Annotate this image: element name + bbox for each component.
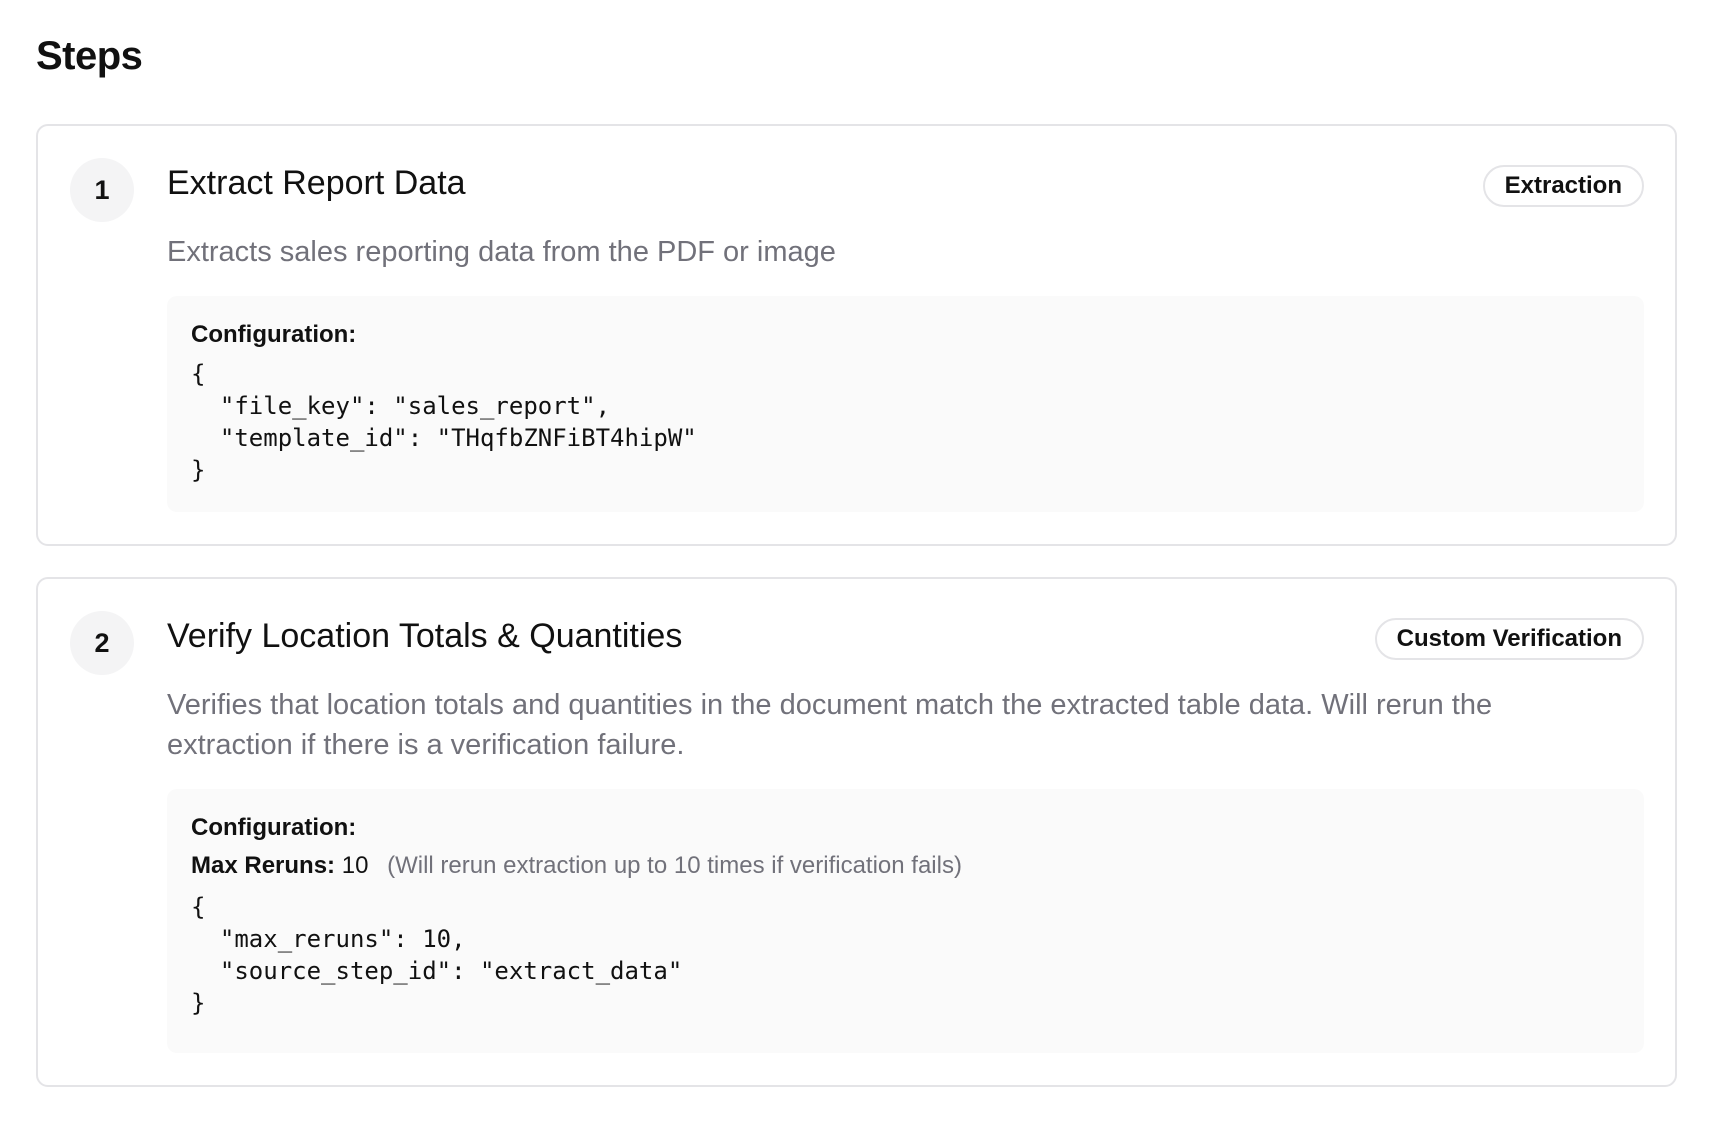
step-title: Verify Location Totals & Quantities bbox=[167, 617, 683, 655]
step-type-tag: Custom Verification bbox=[1374, 618, 1644, 660]
step-card-extract-report-data: 1 Extract Report Data Extraction Extract… bbox=[36, 124, 1677, 546]
configuration-panel: Configuration: { "file_key": "sales_repo… bbox=[167, 296, 1644, 512]
step-type-tag: Extraction bbox=[1482, 165, 1644, 207]
configuration-panel: Configuration: Max Reruns: 10 (Will reru… bbox=[167, 789, 1644, 1053]
step-title: Extract Report Data bbox=[167, 164, 466, 202]
configuration-label: Configuration: bbox=[191, 321, 357, 348]
max-reruns-hint: (Will rerun extraction up to 10 times if… bbox=[387, 852, 962, 879]
max-reruns-value: 10 bbox=[341, 852, 369, 879]
step-description: Extracts sales reporting data from the P… bbox=[167, 236, 836, 268]
configuration-json: { "max_reruns": 10, "source_step_id": "e… bbox=[191, 893, 683, 1017]
max-reruns-label: Max Reruns: bbox=[191, 852, 336, 879]
configuration-json: { "file_key": "sales_report", "template_… bbox=[191, 360, 697, 484]
configuration-label: Configuration: bbox=[191, 814, 357, 841]
step-number-badge: 1 bbox=[70, 158, 134, 222]
step-number-badge: 2 bbox=[70, 611, 134, 675]
page-title: Steps bbox=[36, 34, 143, 78]
step-description: Verifies that location totals and quanti… bbox=[167, 689, 1493, 761]
max-reruns-line: Max Reruns: 10 (Will rerun extraction up… bbox=[191, 851, 1620, 881]
step-card-verify-location-totals: 2 Verify Location Totals & Quantities Cu… bbox=[36, 577, 1677, 1087]
